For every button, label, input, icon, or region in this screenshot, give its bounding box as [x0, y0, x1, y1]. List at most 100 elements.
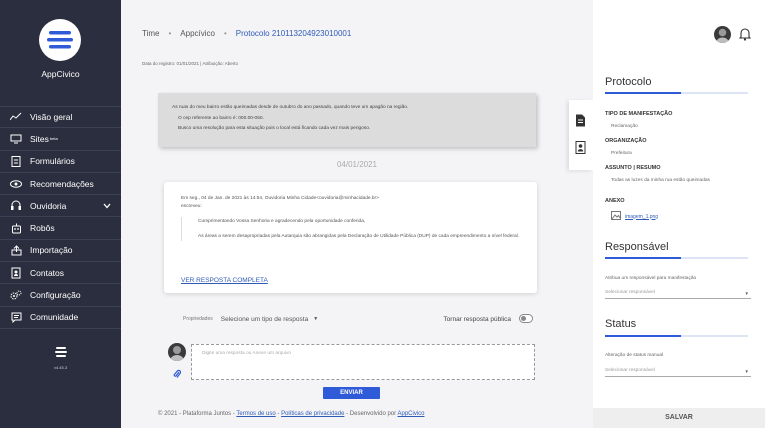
headset-icon	[10, 200, 22, 212]
section-underline	[605, 335, 748, 337]
footer-copyright: © 2021 - Plataforma Juntos -	[158, 411, 235, 417]
version-label: v4.45.3	[53, 365, 68, 370]
attachment-row: imagem_1.png	[611, 211, 658, 222]
sidebar-item-recomendacoes[interactable]: Recomendações	[0, 173, 121, 196]
sidebar-item-label: Ouvidoria	[30, 200, 67, 211]
thread-date: 04/01/2021	[336, 160, 378, 169]
field-label-organizacao: ORGANIZAÇÃO	[605, 138, 647, 144]
response-type-select[interactable]: Selecione um tipo de resposta	[221, 316, 308, 323]
caret-down-icon: ▼	[744, 369, 749, 374]
eye-icon	[10, 178, 22, 190]
sidebar-item-label: Robôs	[30, 223, 55, 234]
bell-icon[interactable]	[738, 27, 752, 46]
app-logo[interactable]	[39, 19, 81, 61]
original-message: As ruas do meu bairro estão queimadas de…	[158, 93, 536, 147]
breadcrumb-protocol: Protocolo 210113204923010001	[235, 29, 352, 38]
sidebar-item-formularios[interactable]: Formulários	[0, 151, 121, 173]
logo-area: AppCivico	[0, 0, 121, 100]
responsavel-section-title: Responsável	[605, 241, 669, 253]
app-name: AppCivico	[41, 69, 80, 79]
breadcrumb-separator: •	[168, 29, 172, 38]
field-value-assunto: Todas as luzes da minha rua estão queima…	[611, 178, 710, 183]
sidebar-item-label: Contatos	[30, 267, 65, 278]
app-mark-icon	[54, 347, 67, 357]
properties-label: Propriedades	[183, 316, 213, 322]
developer-link[interactable]: AppCivico	[397, 411, 424, 417]
privacy-link[interactable]: Políticas de privacidade	[281, 411, 344, 417]
gears-icon	[10, 289, 22, 301]
quote-paragraph: Cumprimentando Vossa Senhoria e agradece…	[198, 219, 366, 224]
field-label-tipo: TIPO DE MANIFESTAÇÃO	[605, 111, 673, 117]
send-button[interactable]: ENVIAR	[323, 387, 380, 399]
field-value-tipo: Reclamação	[611, 124, 638, 129]
response-header-line: Em seg., 04 de Jan. de 2021 às 14:54, Ou…	[181, 196, 379, 201]
main-content: Time • Appcívico • Protocolo 21011320492…	[121, 0, 593, 428]
message-line: Busco uma resolução para esta situação p…	[178, 126, 371, 131]
sidebar-item-label: Visão geral	[30, 112, 73, 123]
terms-link[interactable]: Termos de uso	[236, 411, 275, 417]
clipboard-icon	[10, 155, 22, 168]
sidebar: AppCivico Visão geral Sites beta Formulár…	[0, 0, 121, 428]
sidebar-item-robos[interactable]: Robôs	[0, 217, 121, 240]
sidebar-item-importacao[interactable]: Importação	[0, 240, 121, 263]
response-header-line: escreveu:	[181, 204, 202, 209]
sidebar-item-contatos[interactable]: Contatos	[0, 262, 121, 285]
breadcrumb-team[interactable]: Time	[142, 29, 159, 38]
status-select[interactable]: Selecionar responsável ▼	[605, 368, 751, 377]
reply-properties-row: Propriedades Selecione um tipo de respos…	[183, 312, 533, 326]
response-card: Em seg., 04 de Jan. de 2021 às 14:54, Ou…	[164, 182, 537, 293]
sidebar-item-label: Sites	[30, 133, 49, 144]
sidebar-item-comunidade[interactable]: Comunidade	[0, 307, 121, 329]
panel-tabs	[569, 100, 593, 170]
chevron-down-icon[interactable]	[103, 201, 111, 211]
sidebar-item-visao-geral[interactable]: Visão geral	[0, 106, 121, 129]
responsavel-hint: Atribua um responsável para manifestação	[605, 276, 697, 281]
quote-paragraph: As áreas a serem desapropriadas pela Aut…	[198, 234, 520, 239]
view-full-response-link[interactable]: VER RESPOSTA COMPLETA	[181, 277, 268, 284]
footer-dev: - Desenvolvido por	[346, 411, 397, 417]
response-quote: Cumprimentando Vossa Senhoria e agradece…	[181, 217, 520, 241]
user-avatar[interactable]	[714, 26, 731, 43]
document-icon[interactable]	[575, 114, 586, 132]
chat-icon	[10, 311, 22, 323]
caret-down-icon: ▼	[744, 291, 749, 296]
upload-icon	[10, 244, 22, 256]
details-panel: Protocolo TIPO DE MANIFESTAÇÃO Reclamaçã…	[593, 0, 765, 428]
beta-badge: beta	[49, 136, 58, 142]
attachment-link[interactable]: imagem_1.png	[625, 214, 658, 220]
message-line: As ruas do meu bairro estão queimadas de…	[172, 105, 409, 110]
footer-separator: -	[277, 411, 280, 417]
sidebar-item-label: Importação	[30, 245, 73, 256]
field-label-assunto: ASSUNTO | RESUMO	[605, 165, 661, 171]
responsavel-select-value: Selecionar responsável	[605, 290, 655, 295]
version-block: v4.45.3	[0, 345, 121, 370]
image-file-icon	[611, 211, 621, 222]
avatar	[168, 343, 186, 361]
address-book-icon	[10, 267, 22, 279]
protocol-section-title: Protocolo	[605, 76, 652, 88]
caret-down-icon[interactable]: ▼	[313, 316, 318, 322]
public-response-label: Tornar resposta pública	[443, 315, 511, 323]
sidebar-item-ouvidoria[interactable]: Ouvidoria	[0, 195, 121, 218]
public-response-toggle[interactable]	[519, 314, 533, 323]
robot-icon	[10, 222, 22, 234]
save-button[interactable]: SALVAR	[593, 408, 765, 428]
reply-textarea[interactable]: Digite uma resposta ou Anexe um arquivo	[191, 344, 535, 380]
sidebar-item-label: Configuração	[30, 290, 81, 301]
section-underline	[605, 92, 748, 94]
sidebar-item-label: Recomendações	[30, 178, 94, 189]
paperclip-icon[interactable]	[173, 366, 182, 384]
footer: © 2021 - Plataforma Juntos - Termos de u…	[158, 411, 425, 417]
status-section-title: Status	[605, 318, 637, 330]
responsavel-select[interactable]: Selecionar responsável ▼	[605, 290, 751, 299]
chart-line-icon	[10, 111, 22, 123]
breadcrumb-app[interactable]: Appcívico	[180, 29, 215, 38]
status-select-value: Selecionar responsável	[605, 368, 655, 373]
sidebar-nav: Visão geral Sites beta Formulários Recome…	[0, 106, 121, 329]
toggle-knob	[521, 316, 526, 321]
sidebar-item-sites[interactable]: Sites beta	[0, 128, 121, 151]
sidebar-item-configuracao[interactable]: Configuração	[0, 284, 121, 307]
response-header: Em seg., 04 de Jan. de 2021 às 14:54, Ou…	[181, 195, 520, 211]
field-label-anexo: ANEXO	[605, 198, 625, 204]
contact-card-icon[interactable]	[575, 141, 586, 159]
